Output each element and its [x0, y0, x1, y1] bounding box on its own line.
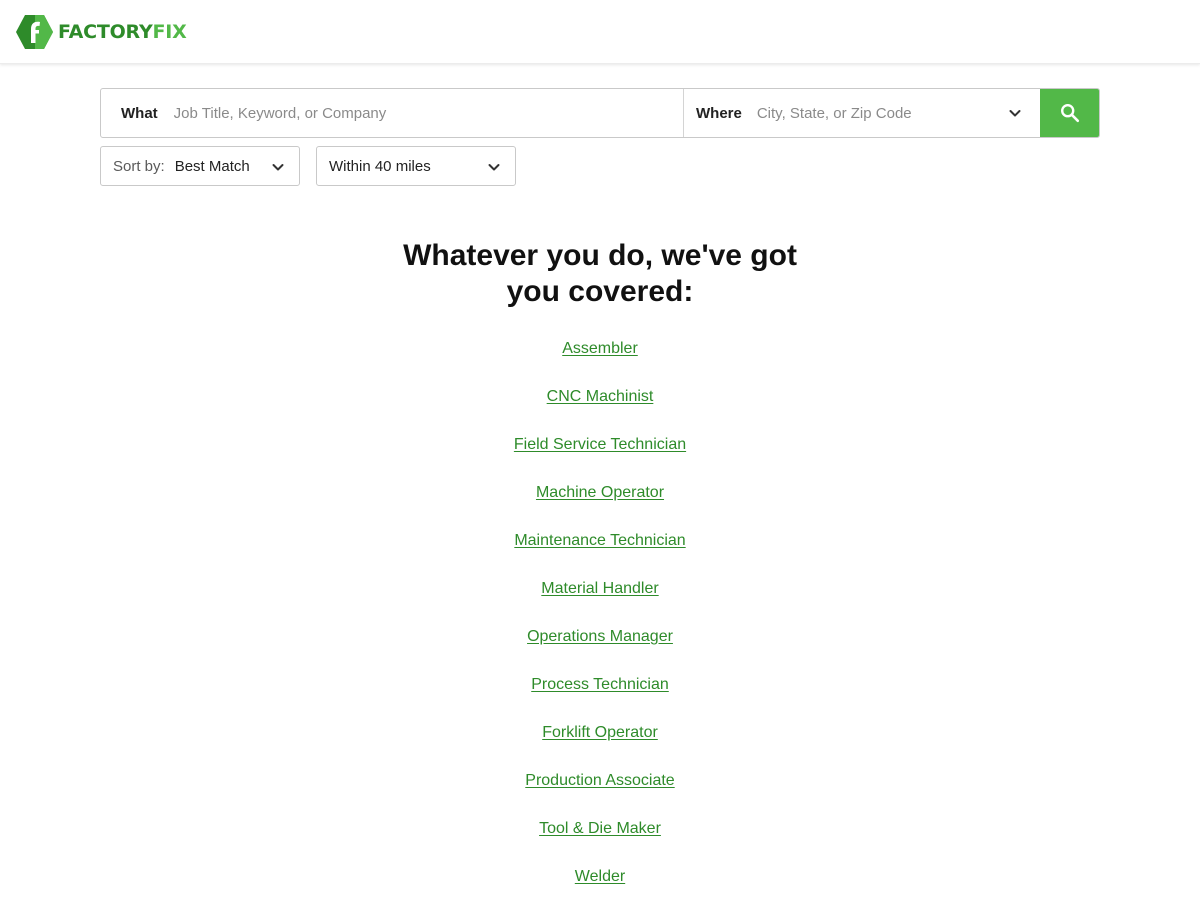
where-label: Where: [696, 104, 742, 122]
what-label: What: [121, 104, 158, 122]
what-search-input[interactable]: [173, 93, 644, 133]
category-link-production-associate[interactable]: Production Associate: [525, 772, 674, 789]
list-item: Production Associate: [300, 768, 900, 816]
factoryfix-logo-mark-icon: [16, 15, 53, 49]
category-link-tool-and-die-maker[interactable]: Tool & Die Maker: [539, 820, 661, 837]
where-location-input[interactable]: [756, 93, 997, 133]
job-category-list: Assembler CNC Machinist Field Service Te…: [300, 336, 900, 912]
logo-wordmark: FACTORYFIX: [58, 15, 187, 49]
list-item: CNC Machinist: [300, 384, 900, 432]
sort-by-label: Sort by:: [113, 157, 165, 175]
site-header: FACTORYFIX: [0, 0, 1200, 64]
where-search-section: Where: [684, 89, 1040, 137]
category-link-process-technician[interactable]: Process Technician: [531, 676, 669, 693]
logo-text-fix: FIX: [152, 21, 187, 43]
category-link-forklift-operator[interactable]: Forklift Operator: [542, 724, 658, 741]
sort-by-value: Best Match: [174, 157, 250, 175]
category-link-machine-operator[interactable]: Machine Operator: [536, 484, 664, 501]
category-link-operations-manager[interactable]: Operations Manager: [527, 628, 673, 645]
category-link-welder[interactable]: Welder: [575, 868, 625, 885]
page-headline: Whatever you do, we've got you covered:: [350, 238, 850, 310]
list-item: Machine Operator: [300, 480, 900, 528]
category-link-field-service-technician[interactable]: Field Service Technician: [514, 436, 686, 453]
distance-radius-value: Within 40 miles: [329, 157, 431, 175]
headline-line-2: you covered:: [506, 275, 694, 308]
search-icon: [1061, 104, 1080, 123]
list-item: Field Service Technician: [300, 432, 900, 480]
list-item: Process Technician: [300, 672, 900, 720]
list-item: Material Handler: [300, 576, 900, 624]
list-item: Operations Manager: [300, 624, 900, 672]
category-link-material-handler[interactable]: Material Handler: [541, 580, 658, 597]
distance-radius-dropdown[interactable]: Within 40 miles: [316, 146, 516, 186]
chevron-down-icon[interactable]: [1008, 106, 1022, 120]
search-button[interactable]: [1040, 89, 1099, 137]
chevron-down-icon: [488, 164, 500, 171]
category-link-assembler[interactable]: Assembler: [562, 340, 638, 357]
headline-line-1: Whatever you do, we've got: [403, 239, 797, 272]
list-item: Tool & Die Maker: [300, 816, 900, 864]
list-item: Maintenance Technician: [300, 528, 900, 576]
list-item: Forklift Operator: [300, 720, 900, 768]
logo-text-factory: FACTORY: [58, 21, 153, 43]
list-item: Assembler: [300, 336, 900, 384]
what-search-section: What: [101, 89, 684, 137]
sort-by-dropdown[interactable]: Sort by: Best Match: [100, 146, 300, 186]
list-item: Welder: [300, 864, 900, 912]
job-search-bar: What Where: [100, 88, 1100, 138]
category-link-cnc-machinist[interactable]: CNC Machinist: [547, 388, 654, 405]
factoryfix-logo[interactable]: FACTORYFIX: [16, 15, 187, 49]
chevron-down-icon: [272, 164, 284, 171]
category-link-maintenance-technician[interactable]: Maintenance Technician: [514, 532, 685, 549]
